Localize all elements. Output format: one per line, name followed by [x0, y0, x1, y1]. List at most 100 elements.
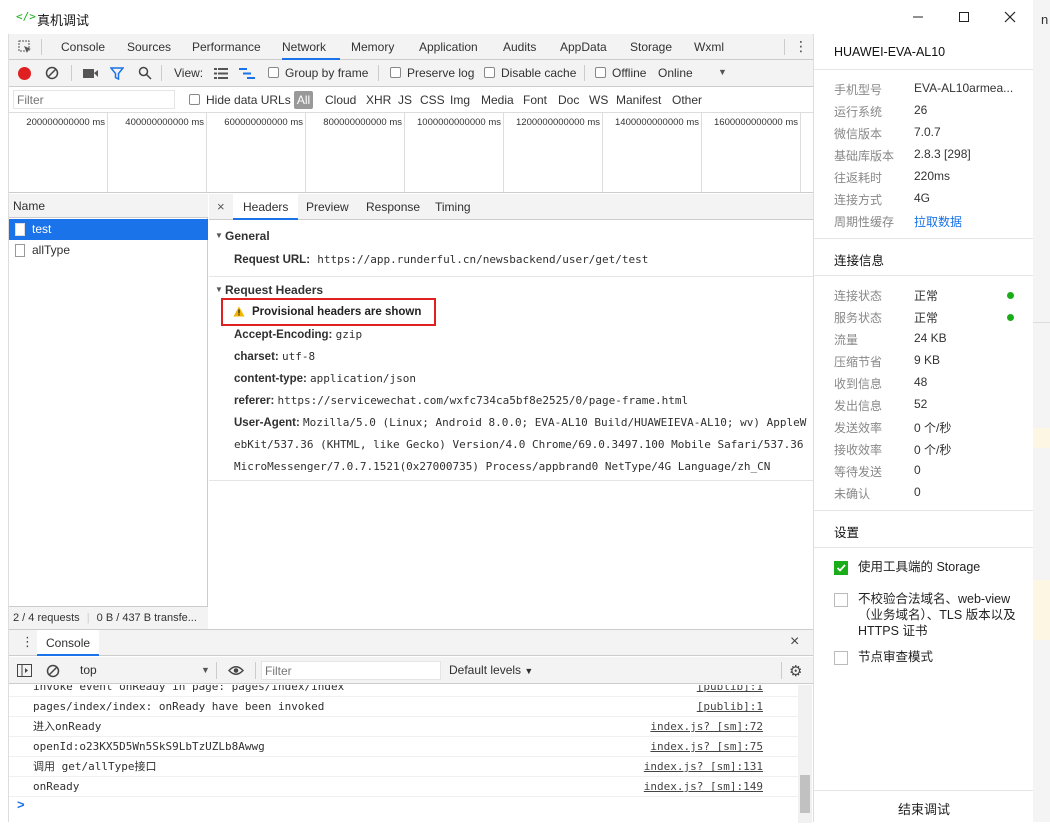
source-link[interactable]: [publib]:1 [697, 685, 763, 697]
timeline-tick: 600000000000 ms [224, 117, 303, 128]
console-filter-input[interactable] [261, 661, 441, 680]
console-prompt[interactable]: > [17, 797, 25, 812]
close-drawer-icon[interactable]: × [790, 633, 799, 651]
maximize-icon[interactable] [944, 6, 984, 28]
type-filter-font[interactable]: Font [523, 90, 547, 110]
type-filter-ws[interactable]: WS [589, 90, 608, 110]
tab-memory[interactable]: Memory [351, 34, 394, 60]
drawer-menu-icon[interactable]: ⋮ [21, 635, 34, 649]
request-detail: × Headers Preview Response Timing ▼ Gene… [209, 194, 813, 629]
chevron-down-icon[interactable]: ▼ [718, 67, 727, 77]
type-filter-other[interactable]: Other [672, 90, 702, 110]
type-filter-img[interactable]: Img [450, 90, 470, 110]
type-filter-cloud[interactable]: Cloud [325, 90, 356, 110]
preserve-log-checkbox[interactable]: Preserve log [390, 63, 474, 83]
eye-icon[interactable] [228, 665, 244, 679]
context-select[interactable]: top [80, 663, 97, 677]
source-link[interactable]: index.js? [sm]:131 [644, 757, 763, 777]
record-icon[interactable] [18, 67, 31, 80]
source-link[interactable]: [publib]:1 [697, 697, 763, 717]
console-message: pages/index/index: onReady have been inv… [9, 697, 799, 717]
chevron-down-icon[interactable]: ▼ [201, 665, 210, 675]
info-row: 连接方式 4G [834, 191, 931, 207]
setting-use-tool-storage[interactable]: 使用工具端的 Storage [834, 559, 1024, 579]
log-levels-select[interactable]: Default levels ▼ [449, 663, 533, 677]
close-icon[interactable] [990, 6, 1030, 28]
type-filter-media[interactable]: Media [481, 90, 514, 110]
conn-row: 服务状态 正常 [834, 309, 1024, 331]
checkbox-icon[interactable] [834, 651, 848, 665]
header-row: content-type: application/json [234, 372, 417, 385]
throttle-select[interactable]: Online [658, 63, 693, 83]
search-icon[interactable] [138, 66, 152, 83]
checkbox-checked-icon[interactable] [834, 561, 848, 575]
status-ok-dot [1007, 292, 1014, 299]
drawer-tab-console[interactable]: Console [37, 630, 100, 656]
request-row-test[interactable]: test [9, 219, 208, 240]
conn-row: 流量 24 KB [834, 331, 947, 347]
header-row: Accept-Encoding: gzip [234, 328, 363, 341]
pull-data-link[interactable]: 拉取数据 [914, 213, 1014, 230]
clear-icon[interactable] [45, 66, 59, 83]
tab-application[interactable]: Application [419, 34, 478, 60]
tab-audits[interactable]: Audits [503, 34, 536, 60]
network-filter-input[interactable] [13, 90, 175, 109]
tab-preview[interactable]: Preview [306, 194, 349, 220]
setting-skip-domain-check[interactable]: 不校验合法域名、web-view（业务域名）、TLS 版本以及 HTTPS 证书 [834, 591, 1024, 641]
filter-icon[interactable] [109, 67, 125, 83]
type-filter-manifest[interactable]: Manifest [616, 90, 661, 110]
info-row: 手机型号 EVA-AL10armea... [834, 81, 1014, 97]
source-link[interactable]: index.js? [sm]:72 [650, 717, 763, 737]
title-bar: </> 真机调试 [0, 0, 1033, 34]
user-agent-continuation: MicroMessenger/7.0.7.1521(0x27000735) Pr… [234, 460, 771, 473]
collapse-arrow-icon[interactable]: ▼ [215, 285, 223, 294]
hide-data-urls-checkbox[interactable]: Hide data URLs [189, 90, 291, 110]
offline-checkbox[interactable]: Offline [595, 63, 646, 83]
list-view-icon[interactable] [214, 68, 228, 82]
name-column-header[interactable]: Name [9, 194, 208, 218]
collapse-arrow-icon[interactable]: ▼ [215, 231, 223, 240]
type-filter-doc[interactable]: Doc [558, 90, 579, 110]
setting-node-inspect[interactable]: 节点审查模式 [834, 649, 1024, 669]
source-link[interactable]: index.js? [sm]:149 [644, 777, 763, 797]
screenshot-icon[interactable] [83, 68, 99, 82]
tab-performance[interactable]: Performance [192, 34, 261, 60]
general-section-title[interactable]: General [225, 229, 270, 243]
tab-wxml[interactable]: Wxml [694, 34, 724, 60]
tab-timing[interactable]: Timing [435, 194, 471, 220]
source-link[interactable]: index.js? [sm]:75 [650, 737, 763, 757]
waterfall-view-icon[interactable] [239, 68, 255, 82]
clear-console-icon[interactable] [46, 664, 60, 681]
minimize-icon[interactable] [898, 6, 938, 28]
request-headers-title[interactable]: Request Headers [225, 283, 323, 297]
type-filter-css[interactable]: CSS [420, 90, 445, 110]
info-row: 往返耗时 220ms [834, 169, 951, 185]
drawer-tab-bar: ⋮ Console × [9, 630, 813, 656]
tab-headers[interactable]: Headers [233, 194, 299, 220]
end-debug-button[interactable]: 结束调试 [814, 791, 1034, 822]
more-menu-icon[interactable]: ⋮ [794, 39, 808, 53]
type-filter-all[interactable]: All [294, 91, 313, 109]
type-filter-xhr[interactable]: XHR [366, 90, 391, 110]
sidebar-toggle-icon[interactable] [17, 664, 32, 680]
close-detail-icon[interactable]: × [217, 199, 225, 214]
type-filter-js[interactable]: JS [398, 90, 412, 110]
tab-response[interactable]: Response [366, 194, 420, 220]
tab-console[interactable]: Console [61, 34, 105, 60]
tab-appdata[interactable]: AppData [560, 34, 607, 60]
conn-row: 连接状态 正常 [834, 287, 1024, 309]
disable-cache-checkbox[interactable]: Disable cache [484, 63, 576, 83]
tab-network[interactable]: Network [282, 34, 340, 60]
console-scrollbar[interactable] [798, 685, 812, 823]
checkbox-icon[interactable] [834, 593, 848, 607]
group-by-frame-checkbox[interactable]: Group by frame [268, 63, 368, 83]
tab-sources[interactable]: Sources [127, 34, 171, 60]
gear-icon[interactable]: ⚙ [789, 662, 802, 680]
conn-row: 发出信息 52 [834, 397, 928, 413]
request-row-alltype[interactable]: allType [9, 240, 208, 261]
timeline-overview[interactable]: 200000000000 ms 400000000000 ms 60000000… [9, 113, 813, 193]
inspect-element-icon[interactable] [18, 40, 32, 57]
tab-storage[interactable]: Storage [630, 34, 672, 60]
conn-row: 接收效率 0 个/秒 [834, 443, 952, 457]
console-toolbar: top ▼ Default levels ▼ ⚙ [9, 657, 813, 684]
